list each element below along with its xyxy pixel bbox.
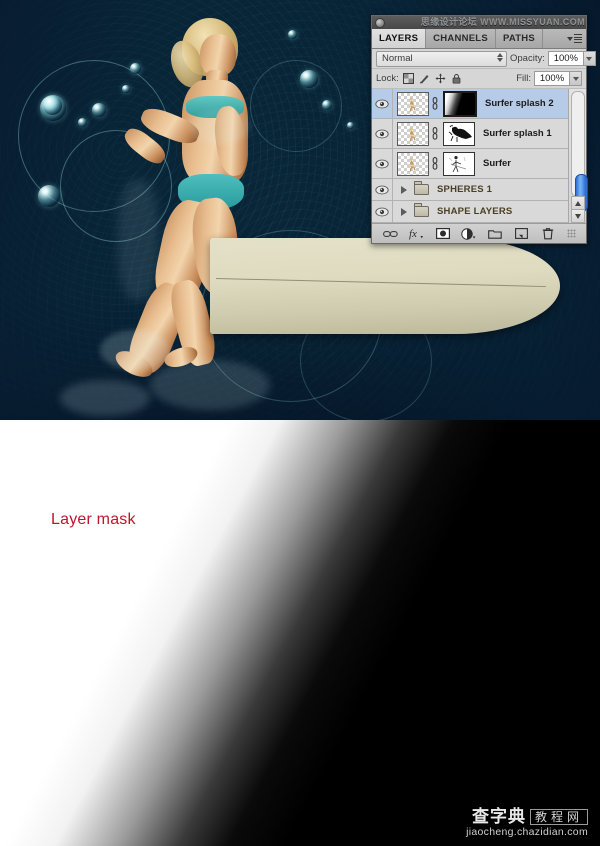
layer-mask-preview-image: 查字典 教程网 jiaocheng.chazidian.com: [0, 420, 600, 846]
tab-paths[interactable]: PATHS: [496, 29, 543, 48]
top-watermark: 思缘设计论坛 WWW.MISSYUAN.COM: [420, 17, 585, 27]
eye-visibility-icon[interactable]: [372, 119, 393, 148]
bubble: [38, 185, 60, 207]
water-splash: [60, 380, 150, 416]
layer-thumbnail[interactable]: [397, 91, 429, 116]
disclosure-triangle-icon[interactable]: [401, 207, 407, 216]
layer-thumbnail[interactable]: [397, 121, 429, 146]
fill-label: Fill:: [516, 73, 531, 84]
watermark-boxed-label: 教程网: [529, 808, 588, 826]
link-chain-icon[interactable]: [429, 157, 441, 170]
tab-channels[interactable]: CHANNELS: [426, 29, 496, 48]
blend-mode-select[interactable]: Normal: [376, 50, 507, 67]
folder-icon: [414, 181, 429, 195]
layer-name[interactable]: Surfer splash 1: [483, 128, 552, 139]
layer-mask-thumbnail-gradient[interactable]: [443, 90, 477, 117]
folder-icon: [414, 203, 429, 217]
water-splash: [118, 180, 158, 300]
eye-visibility-icon[interactable]: [372, 179, 393, 200]
layer-list-scrollbar[interactable]: [568, 89, 588, 223]
blend-mode-value: Normal: [382, 53, 413, 64]
add-layer-mask-icon[interactable]: [434, 226, 451, 241]
layer-list[interactable]: Surfer splash 2 Surfer splash 1 Surfer S…: [372, 89, 588, 223]
layer-name[interactable]: Surfer splash 2: [485, 98, 554, 109]
opacity-control[interactable]: 100%: [547, 51, 596, 66]
panel-titlebar[interactable]: 思缘设计论坛 WWW.MISSYUAN.COM: [372, 16, 586, 29]
bubble: [78, 118, 87, 127]
eye-visibility-icon[interactable]: [372, 201, 393, 222]
scroll-down-button[interactable]: [571, 209, 585, 223]
lock-label: Lock:: [376, 73, 399, 84]
mask-gradient: [0, 420, 600, 846]
layer-group-name[interactable]: SPHERES 1: [437, 184, 492, 195]
new-layer-icon[interactable]: [513, 226, 530, 241]
layer-name[interactable]: Surfer: [483, 158, 511, 169]
lock-image-icon[interactable]: [418, 72, 431, 85]
watermark-url: jiaocheng.chazidian.com: [466, 825, 588, 838]
opacity-label: Opacity:: [510, 53, 545, 64]
panel-menu-icon[interactable]: [563, 29, 586, 48]
link-layers-icon[interactable]: [382, 226, 399, 241]
new-group-icon[interactable]: [487, 226, 504, 241]
opacity-dropdown-icon[interactable]: [583, 51, 596, 66]
bubble: [43, 96, 62, 115]
eye-visibility-icon[interactable]: [372, 89, 393, 118]
water-splash: [190, 110, 250, 144]
fill-control[interactable]: 100%: [534, 71, 582, 86]
link-chain-icon[interactable]: [429, 97, 441, 110]
surfboard: [210, 238, 560, 334]
link-chain-icon[interactable]: [429, 127, 441, 140]
layer-group-row-shape-layers[interactable]: SHAPE LAYERS: [372, 201, 586, 223]
lock-transparent-icon[interactable]: [402, 72, 415, 85]
blend-mode-row[interactable]: Normal Opacity: 100%: [372, 49, 596, 69]
scroll-up-button[interactable]: [571, 196, 585, 210]
water-splash: [100, 330, 170, 370]
bottom-watermark: 查字典 教程网 jiaocheng.chazidian.com: [466, 808, 588, 838]
lock-row[interactable]: Lock: Fill: 100%: [372, 69, 586, 89]
layer-row-surfer-splash-2[interactable]: Surfer splash 2: [372, 89, 586, 119]
bubble: [92, 103, 106, 117]
layer-group-name[interactable]: SHAPE LAYERS: [437, 206, 512, 217]
layer-group-row-spheres-1[interactable]: SPHERES 1: [372, 179, 586, 201]
fill-dropdown-icon[interactable]: [570, 71, 582, 86]
collapse-dot-icon[interactable]: [375, 17, 385, 28]
scrollbar-track[interactable]: [571, 91, 588, 212]
opacity-input[interactable]: 100%: [547, 51, 584, 66]
layer-mask-label: Layer mask: [51, 511, 136, 528]
bubble: [347, 122, 354, 129]
layers-panel[interactable]: 思缘设计论坛 WWW.MISSYUAN.COM LAYERS CHANNELS …: [371, 15, 596, 244]
new-adjustment-layer-icon[interactable]: [460, 226, 477, 241]
layer-thumbnail[interactable]: [397, 151, 429, 176]
layer-mask-thumbnail-outline[interactable]: [443, 151, 475, 176]
layer-style-fx-icon[interactable]: fx: [408, 226, 425, 241]
watermark-brand: 查字典: [471, 807, 526, 827]
panel-tab-row[interactable]: LAYERS CHANNELS PATHS: [372, 29, 586, 49]
lock-position-icon[interactable]: [434, 72, 447, 85]
svg-text:fx: fx: [409, 228, 417, 240]
disclosure-triangle-icon[interactable]: [401, 185, 407, 194]
layers-panel-footer[interactable]: fx: [372, 223, 586, 243]
chevron-updown-icon[interactable]: [497, 52, 503, 62]
water-splash: [150, 360, 270, 410]
tab-layers[interactable]: LAYERS: [372, 29, 427, 48]
fill-input[interactable]: 100%: [534, 71, 570, 86]
eye-visibility-icon[interactable]: [372, 149, 393, 178]
lock-all-icon[interactable]: [450, 72, 463, 85]
layer-row-surfer[interactable]: Surfer: [372, 149, 586, 179]
layer-row-surfer-splash-1[interactable]: Surfer splash 1: [372, 119, 586, 149]
panel-resize-grip[interactable]: [567, 229, 577, 238]
layer-mask-thumbnail-blob[interactable]: [443, 121, 475, 146]
delete-layer-icon[interactable]: [539, 226, 556, 241]
